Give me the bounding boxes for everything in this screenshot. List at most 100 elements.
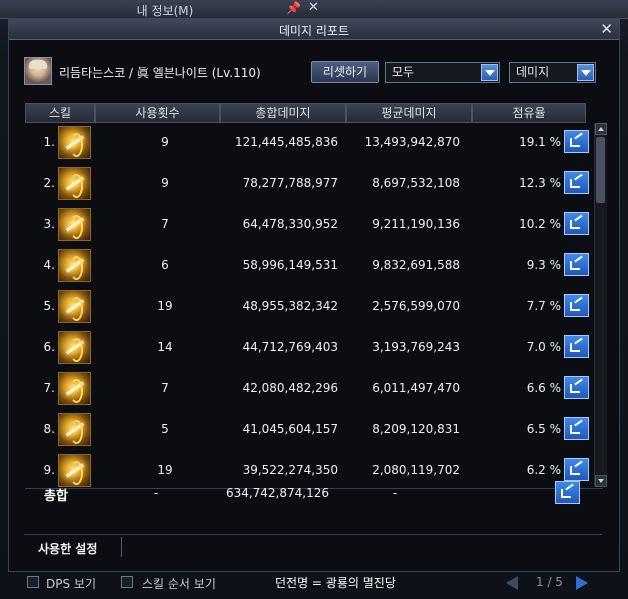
row-rank: 5. bbox=[43, 299, 55, 313]
share-icon[interactable] bbox=[564, 294, 589, 317]
use-count: 14 bbox=[157, 340, 173, 354]
column-header-share[interactable]: 점유율 bbox=[472, 103, 586, 123]
total-label: 총합 bbox=[44, 489, 68, 504]
window-titlebar: 데미지 리포트 ✕ bbox=[9, 19, 619, 40]
skill-icon bbox=[58, 208, 91, 241]
skill-icon bbox=[58, 372, 91, 405]
use-count: 6 bbox=[161, 258, 169, 272]
use-count: 5 bbox=[161, 422, 169, 436]
average-damage: 9,832,691,588 bbox=[372, 258, 460, 272]
row-rank: 1. bbox=[43, 135, 55, 149]
metric-select-value: 데미지 bbox=[516, 65, 550, 79]
total-damage: 58,996,149,531 bbox=[242, 258, 338, 272]
share-icon[interactable] bbox=[564, 171, 589, 194]
average-damage: 2,576,599,070 bbox=[372, 299, 460, 313]
scroll-up-icon[interactable] bbox=[595, 123, 607, 135]
column-header-average[interactable]: 평균데미지 bbox=[346, 103, 472, 123]
share-icon[interactable] bbox=[564, 335, 589, 358]
total-damage: 42,080,482,296 bbox=[242, 381, 338, 395]
average-damage: 8,697,532,108 bbox=[372, 176, 460, 190]
share-percent: 12.3 % bbox=[519, 176, 561, 190]
table-row[interactable]: 1. 9 121,445,485,836 13,493,942,870 19.1… bbox=[33, 123, 593, 164]
share-icon[interactable] bbox=[564, 130, 589, 153]
share-percent: 7.7 % bbox=[526, 299, 561, 313]
share-icon[interactable] bbox=[564, 253, 589, 276]
total-average: - bbox=[392, 486, 398, 500]
filter-select[interactable]: 모두 bbox=[385, 62, 500, 83]
outer-window-title: 내 정보(M) bbox=[136, 4, 194, 18]
table-row[interactable]: 3. 7 64,478,330,952 9,211,190,136 10.2 % bbox=[33, 205, 593, 246]
reset-button[interactable]: 리셋하기 bbox=[311, 61, 379, 83]
table-row[interactable]: 4. 6 58,996,149,531 9,832,691,588 9.3 % bbox=[33, 246, 593, 287]
average-damage: 2,080,119,702 bbox=[372, 463, 460, 477]
scroll-down-icon[interactable] bbox=[595, 475, 607, 487]
row-rank: 3. bbox=[43, 217, 55, 231]
share-percent: 6.6 % bbox=[526, 381, 561, 395]
total-damage: 48,955,382,342 bbox=[242, 299, 338, 313]
average-damage: 9,211,190,136 bbox=[372, 217, 460, 231]
prev-page-icon[interactable] bbox=[506, 576, 518, 590]
skill-icon bbox=[58, 249, 91, 282]
dropdown-arrow-icon[interactable] bbox=[577, 64, 594, 81]
table-row[interactable]: 7. 7 42,080,482,296 6,011,497,470 6.6 % bbox=[33, 369, 593, 410]
close-icon[interactable]: ✕ bbox=[600, 20, 613, 38]
total-damage: 39,522,274,350 bbox=[242, 463, 338, 477]
use-count: 19 bbox=[157, 463, 173, 477]
character-name: 리듬타는스코 / 眞 엘븐나이트 (Lv.110) bbox=[59, 66, 261, 80]
share-percent: 7.0 % bbox=[526, 340, 561, 354]
use-count: 7 bbox=[161, 381, 169, 395]
column-header-total[interactable]: 총합데미지 bbox=[220, 103, 346, 123]
scrollbar-thumb[interactable] bbox=[596, 137, 605, 203]
table-row[interactable]: 5. 19 48,955,382,342 2,576,599,070 7.7 % bbox=[33, 287, 593, 328]
metric-select[interactable]: 데미지 bbox=[509, 62, 596, 83]
share-icon[interactable] bbox=[564, 212, 589, 235]
use-count: 9 bbox=[161, 176, 169, 190]
window-title: 데미지 리포트 bbox=[278, 24, 350, 38]
average-damage: 3,193,769,243 bbox=[372, 340, 460, 354]
total-damage: 121,445,485,836 bbox=[234, 135, 338, 149]
column-header-count[interactable]: 사용횟수 bbox=[95, 103, 220, 123]
total-damage: 41,045,604,157 bbox=[242, 422, 338, 436]
divider bbox=[121, 537, 122, 557]
average-damage: 6,011,497,470 bbox=[372, 381, 460, 395]
share-icon[interactable] bbox=[564, 376, 589, 399]
total-damage: 44,712,769,403 bbox=[242, 340, 338, 354]
table-row[interactable]: 6. 14 44,712,769,403 3,193,769,243 7.0 % bbox=[33, 328, 593, 369]
use-count: 19 bbox=[157, 299, 173, 313]
skill-icon bbox=[58, 331, 91, 364]
share-icon[interactable] bbox=[564, 458, 589, 481]
skill-order-checkbox[interactable] bbox=[121, 576, 133, 588]
table-row[interactable]: 2. 9 78,277,788,977 8,697,532,108 12.3 % bbox=[33, 164, 593, 205]
skill-icon bbox=[58, 126, 91, 159]
use-count: 7 bbox=[161, 217, 169, 231]
settings-tab-bar: 사용한 설정 bbox=[24, 534, 602, 559]
skill-icon bbox=[58, 454, 91, 487]
total-damage: 64,478,330,952 bbox=[242, 217, 338, 231]
share-percent: 6.5 % bbox=[526, 422, 561, 436]
share-icon[interactable] bbox=[555, 481, 580, 504]
page-indicator: 1 / 5 bbox=[536, 575, 563, 589]
dropdown-arrow-icon[interactable] bbox=[481, 64, 498, 81]
avatar bbox=[24, 57, 52, 85]
pin-icon[interactable]: 📌 bbox=[286, 1, 301, 15]
share-icon[interactable] bbox=[564, 417, 589, 440]
dps-checkbox[interactable] bbox=[27, 576, 39, 588]
column-header-skill[interactable]: 스킬 bbox=[25, 103, 95, 123]
table-row[interactable]: 9. 19 39,522,274,350 2,080,119,702 6.2 % bbox=[33, 451, 593, 487]
share-percent: 9.3 % bbox=[526, 258, 561, 272]
row-rank: 4. bbox=[43, 258, 55, 272]
close-icon[interactable]: ✕ bbox=[308, 0, 319, 15]
settings-tab[interactable]: 사용한 설정 bbox=[38, 540, 97, 557]
total-damage: 78,277,788,977 bbox=[242, 176, 338, 190]
skill-icon bbox=[58, 167, 91, 200]
row-rank: 7. bbox=[43, 381, 55, 395]
total-count: - bbox=[153, 486, 159, 500]
table-row[interactable]: 8. 5 41,045,604,157 8,209,120,831 6.5 % bbox=[33, 410, 593, 451]
use-count: 9 bbox=[161, 135, 169, 149]
skill-order-label: 스킬 순서 보기 bbox=[142, 577, 216, 591]
row-rank: 6. bbox=[43, 340, 55, 354]
row-rank: 2. bbox=[43, 176, 55, 190]
footer-bar: DPS 보기 스킬 순서 보기 던전명 = 광룡의 멸진당 1 / 5 bbox=[0, 572, 628, 599]
scrollbar[interactable] bbox=[594, 123, 607, 487]
next-page-icon[interactable] bbox=[576, 576, 588, 590]
